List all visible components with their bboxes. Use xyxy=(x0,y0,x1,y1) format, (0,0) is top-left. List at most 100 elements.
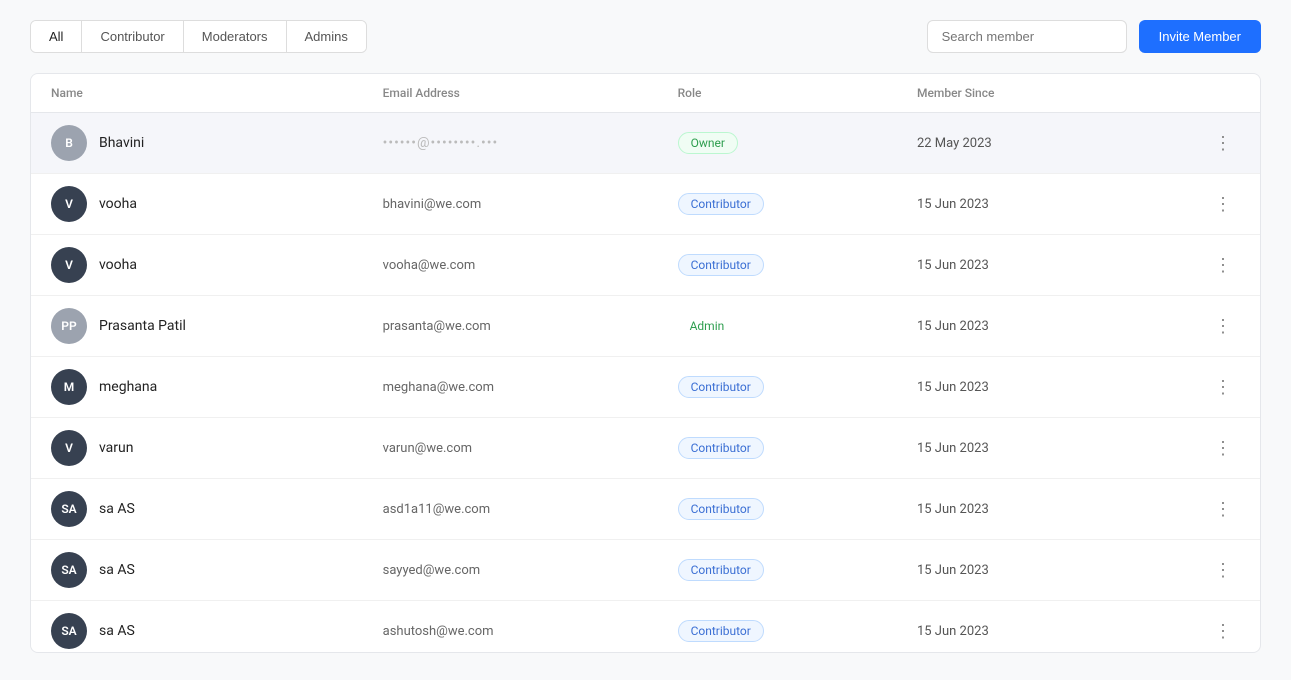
role-cell: Contributor xyxy=(658,235,897,296)
table-row: BBhavini••••••@••••••••.•••Owner22 May 2… xyxy=(31,113,1260,174)
column-header-member-since: Member Since xyxy=(897,74,1120,113)
invite-member-button[interactable]: Invite Member xyxy=(1139,20,1261,53)
member-since-cell: 15 Jun 2023 xyxy=(897,540,1120,601)
name-cell: SA sa AS xyxy=(31,601,363,654)
column-header-email-address: Email Address xyxy=(363,74,658,113)
actions-cell: ⋮ xyxy=(1120,235,1260,296)
member-name: Bhavini xyxy=(99,135,144,151)
members-table: NameEmail AddressRoleMember Since B Bhavi… xyxy=(31,74,1260,653)
avatar: PP xyxy=(51,308,87,344)
more-actions-button[interactable]: ⋮ xyxy=(1206,313,1240,339)
avatar: V xyxy=(51,430,87,466)
email-cell: prasanta@we.com xyxy=(363,296,658,357)
table-body: BBhavini••••••@••••••••.•••Owner22 May 2… xyxy=(31,113,1260,654)
role-badge: Admin xyxy=(678,316,737,336)
role-cell: Admin xyxy=(658,296,897,357)
filter-tabs: AllContributorModeratorsAdmins xyxy=(30,20,367,53)
email-cell: vooha@we.com xyxy=(363,235,658,296)
table-row: Vvarun varun@we.com Contributor 15 Jun 2023… xyxy=(31,418,1260,479)
role-cell: Contributor xyxy=(658,479,897,540)
table-row: SA sa AS ashutosh@we.com Contributor 15 Jun … xyxy=(31,601,1260,654)
right-actions: Invite Member xyxy=(927,20,1261,53)
role-badge: Owner xyxy=(678,132,738,154)
actions-cell: ⋮ xyxy=(1120,479,1260,540)
member-name: sa AS xyxy=(99,562,135,578)
name-cell: SA sa AS xyxy=(31,479,363,540)
email-cell: sayyed@we.com xyxy=(363,540,658,601)
avatar: M xyxy=(51,369,87,405)
email-cell: meghana@we.com xyxy=(363,357,658,418)
member-name: varun xyxy=(99,440,134,456)
more-actions-button[interactable]: ⋮ xyxy=(1206,435,1240,461)
role-cell: Contributor xyxy=(658,601,897,654)
column-header-name: Name xyxy=(31,74,363,113)
actions-cell: ⋮ xyxy=(1120,418,1260,479)
more-actions-button[interactable]: ⋮ xyxy=(1206,130,1240,156)
actions-cell: ⋮ xyxy=(1120,357,1260,418)
role-cell: Contributor xyxy=(658,418,897,479)
page-wrapper: AllContributorModeratorsAdmins Invite Me… xyxy=(0,0,1291,680)
role-cell: Contributor xyxy=(658,540,897,601)
email-cell: asd1a11@we.com xyxy=(363,479,658,540)
search-input[interactable] xyxy=(927,20,1127,53)
role-badge: Contributor xyxy=(678,437,764,459)
member-since-cell: 15 Jun 2023 xyxy=(897,357,1120,418)
role-badge: Contributor xyxy=(678,376,764,398)
role-badge: Contributor xyxy=(678,498,764,520)
more-actions-button[interactable]: ⋮ xyxy=(1206,618,1240,644)
more-actions-button[interactable]: ⋮ xyxy=(1206,496,1240,522)
role-badge: Contributor xyxy=(678,254,764,276)
member-name: sa AS xyxy=(99,623,135,639)
filter-tab-admins[interactable]: Admins xyxy=(287,21,366,52)
name-cell: Vvooha xyxy=(31,235,363,296)
email-cell: ashutosh@we.com xyxy=(363,601,658,654)
role-badge: Contributor xyxy=(678,620,764,642)
member-since-cell: 15 Jun 2023 xyxy=(897,601,1120,654)
filter-tab-all[interactable]: All xyxy=(31,21,82,52)
more-actions-button[interactable]: ⋮ xyxy=(1206,374,1240,400)
member-name: sa AS xyxy=(99,501,135,517)
more-actions-button[interactable]: ⋮ xyxy=(1206,557,1240,583)
name-cell: Vvooha xyxy=(31,174,363,235)
email-cell: varun@we.com xyxy=(363,418,658,479)
role-cell: Contributor xyxy=(658,357,897,418)
filter-tab-contributor[interactable]: Contributor xyxy=(82,21,183,52)
avatar: SA xyxy=(51,491,87,527)
member-since-cell: 15 Jun 2023 xyxy=(897,418,1120,479)
more-actions-button[interactable]: ⋮ xyxy=(1206,191,1240,217)
column-header-actions xyxy=(1120,74,1260,113)
table-header: NameEmail AddressRoleMember Since xyxy=(31,74,1260,113)
role-badge: Contributor xyxy=(678,559,764,581)
role-cell: Owner xyxy=(658,113,897,174)
filter-tab-moderators[interactable]: Moderators xyxy=(184,21,287,52)
member-name: vooha xyxy=(99,257,137,273)
table-row: Vvoohavooha@we.comContributor15 Jun 2023… xyxy=(31,235,1260,296)
members-table-container: NameEmail AddressRoleMember Since B Bhavi… xyxy=(30,73,1261,653)
member-name: vooha xyxy=(99,196,137,212)
avatar: V xyxy=(51,247,87,283)
member-since-cell: 22 May 2023 xyxy=(897,113,1120,174)
role-badge: Contributor xyxy=(678,193,764,215)
more-actions-button[interactable]: ⋮ xyxy=(1206,252,1240,278)
avatar: SA xyxy=(51,613,87,649)
actions-cell: ⋮ xyxy=(1120,296,1260,357)
role-cell: Contributor xyxy=(658,174,897,235)
email-cell: bhavini@we.com xyxy=(363,174,658,235)
member-since-cell: 15 Jun 2023 xyxy=(897,235,1120,296)
actions-cell: ⋮ xyxy=(1120,174,1260,235)
top-bar: AllContributorModeratorsAdmins Invite Me… xyxy=(30,20,1261,53)
member-since-cell: 15 Jun 2023 xyxy=(897,174,1120,235)
actions-cell: ⋮ xyxy=(1120,540,1260,601)
table-row: Mmeghanameghana@we.com Contributor 15 Jun … xyxy=(31,357,1260,418)
actions-cell: ⋮ xyxy=(1120,601,1260,654)
avatar: V xyxy=(51,186,87,222)
name-cell: B Bhavini xyxy=(31,113,363,174)
member-since-cell: 15 Jun 2023 xyxy=(897,479,1120,540)
table-row: PPPrasanta Patilprasanta@we.comAdmin15 J… xyxy=(31,296,1260,357)
name-cell: PPPrasanta Patil xyxy=(31,296,363,357)
table-row: SA sa AS sayyed@we.com Contributor 15 Jun 20… xyxy=(31,540,1260,601)
table-row: Vvoohabhavini@we.comContributor15 Jun 20… xyxy=(31,174,1260,235)
avatar: B xyxy=(51,125,87,161)
avatar: SA xyxy=(51,552,87,588)
name-cell: Mmeghana xyxy=(31,357,363,418)
